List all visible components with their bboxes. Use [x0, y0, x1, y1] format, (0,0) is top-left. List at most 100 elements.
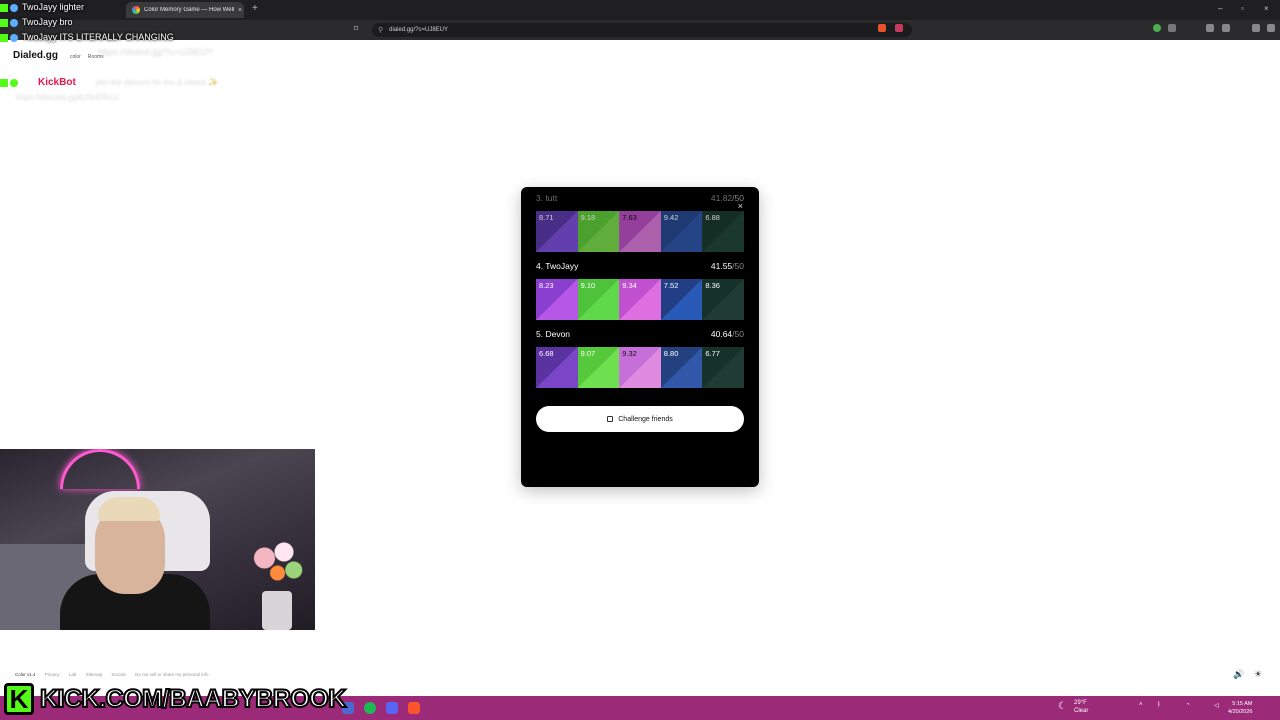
- player-name: 5. Devon: [536, 329, 571, 339]
- footer-link[interactable]: Lab: [69, 672, 77, 677]
- user-badge-icon: [10, 18, 18, 27]
- tab-title: Color Memory Game — How Well Can You See…: [144, 7, 236, 13]
- new-tab-button[interactable]: +: [252, 3, 258, 14]
- kick-badge-icon: [0, 33, 8, 42]
- swatch-score: 8.23: [539, 281, 554, 290]
- site-footer: Color v1.4 Privacy Lab Sitemap Socials D…: [15, 672, 216, 677]
- clock-date: 4/20/2026: [1228, 709, 1253, 715]
- chat-line: TwoJayy bro: [0, 17, 73, 27]
- footer-link[interactable]: Sitemap: [86, 672, 103, 677]
- taskbar-clock[interactable]: 5:15 AM 4/20/2026: [1228, 700, 1252, 716]
- browser-tabbar: Color Memory Game — How Well Can You See…: [0, 0, 1280, 20]
- challenge-friends-button[interactable]: Challenge friends: [536, 406, 744, 432]
- kick-badge-icon: [0, 78, 8, 87]
- brave-shield-icon[interactable]: [878, 24, 886, 32]
- swatch-score: 7.63: [622, 213, 637, 222]
- color-swatch: 7.52: [660, 279, 703, 320]
- kickbot-name: KickBot: [38, 77, 76, 88]
- neon-light: [60, 449, 140, 489]
- discord-app-icon[interactable]: [386, 702, 398, 714]
- color-swatch: 8.71: [536, 211, 578, 252]
- browser-tab[interactable]: Color Memory Game — How Well Can You See…: [126, 2, 244, 18]
- window-close-button[interactable]: ×: [1264, 4, 1269, 13]
- theme-icon[interactable]: ☀: [1254, 669, 1262, 680]
- site-logo[interactable]: Dialed.gg: [13, 50, 58, 61]
- results-modal: × 3. tutt 41.82/50 8.71 9.18 7.63 9.42 6.88 …: [521, 187, 759, 487]
- color-swatch: 8.23: [536, 279, 578, 320]
- swatch-score: 9.18: [580, 213, 596, 222]
- kick-logo-icon: K: [4, 683, 34, 715]
- color-swatch: 7.63: [619, 211, 661, 252]
- sound-icon[interactable]: 🔊: [1233, 669, 1244, 680]
- extension-icon[interactable]: [1153, 24, 1161, 32]
- footer-version: Color v1.4: [15, 672, 36, 677]
- site-info-icon[interactable]: ⚲: [378, 26, 383, 34]
- color-swatch: 6.88: [702, 211, 744, 252]
- footer-link[interactable]: Socials: [111, 672, 126, 677]
- chat-line: TwoJayy ITS LITERALLY CHANGING: [0, 32, 174, 42]
- weather-desc: Clear: [1074, 708, 1089, 714]
- swatch-score: 9.10: [580, 281, 596, 290]
- extensions-menu-icon[interactable]: [1168, 24, 1176, 32]
- chat-text: ITS LITERALLY CHANGING: [59, 32, 174, 42]
- vpn-icon[interactable]: [1252, 24, 1260, 32]
- swatch-score: 8.80: [663, 349, 679, 358]
- user-badge-icon: [10, 33, 18, 42]
- kickbot-text: join the discord for fun & chaos ✨: [96, 78, 219, 87]
- tray-overflow-icon[interactable]: ˄: [1139, 702, 1143, 708]
- spotify-app-icon[interactable]: [364, 702, 376, 714]
- network-icon[interactable]: ◔: [1186, 702, 1190, 708]
- swatch-score: 9.32: [622, 349, 637, 358]
- swatch-score: 7.52: [663, 281, 679, 290]
- chat-user: TwoJayy: [22, 17, 58, 27]
- color-swatch: 9.42: [660, 211, 703, 252]
- bookmark-icon[interactable]: ⌑: [354, 24, 358, 33]
- swatch-score: 9.42: [663, 213, 679, 222]
- footer-link[interactable]: Do not sell or share my personal info: [135, 672, 208, 677]
- brave-app-icon[interactable]: [408, 702, 420, 714]
- kick-badge-icon: [0, 18, 8, 27]
- swatch-score: 8.71: [539, 213, 554, 222]
- weather-temp: 29°F: [1074, 700, 1087, 706]
- menu-icon[interactable]: [1267, 24, 1275, 32]
- nav-color[interactable]: color: [70, 54, 81, 60]
- minimize-button[interactable]: –: [1218, 4, 1222, 13]
- color-swatch: 9.07: [577, 347, 620, 388]
- color-swatch: 8.80: [660, 347, 703, 388]
- color-swatch: 9.34: [619, 279, 661, 320]
- maximize-button[interactable]: ▫: [1241, 4, 1244, 13]
- player-name: 3. tutt: [536, 193, 558, 203]
- swatch-row: 6.68 9.07 9.32 8.80 6.77: [536, 347, 744, 388]
- leaderboard-entry: 3. tutt 41.82/50 8.71 9.18 7.63 9.42 6.88: [536, 193, 744, 252]
- chat-faint-link: https://dialed.gg/?c=UJ8EUY: [98, 47, 214, 57]
- leaderboard-entry: 4. TwoJayy 41.55/50 8.23 9.10 9.34 7.52 8.36: [536, 261, 744, 320]
- wallet-icon[interactable]: [1222, 24, 1230, 32]
- volume-icon[interactable]: ◁: [1214, 702, 1219, 709]
- flowers: [245, 534, 310, 594]
- kick-url: KICK.COM/BAABYBROOK: [39, 684, 347, 714]
- chat-line: TwoJayy lighter: [0, 2, 84, 12]
- bot-badge-icon: [10, 78, 18, 87]
- player-score: 41.82/50: [710, 193, 744, 203]
- sidebar-icon[interactable]: [1206, 24, 1214, 32]
- color-swatch: 9.18: [577, 211, 620, 252]
- color-swatch: 6.68: [536, 347, 578, 388]
- color-swatch: 9.10: [577, 279, 620, 320]
- footer-link[interactable]: Privacy: [45, 672, 60, 677]
- chat-user: TwoJayy: [22, 2, 58, 12]
- rewards-icon[interactable]: [895, 24, 903, 32]
- tab-close-icon[interactable]: ×: [238, 7, 242, 14]
- browser-toolbar: ⚲ dialed.gg/?c=UJ8EUY: [0, 20, 1280, 40]
- chat-line-kickbot: [0, 77, 22, 87]
- chat-text: lighter: [59, 2, 85, 12]
- address-bar[interactable]: ⚲ dialed.gg/?c=UJ8EUY: [372, 23, 912, 37]
- swatch-score: 8.36: [705, 281, 720, 290]
- swatch-score: 9.34: [622, 281, 637, 290]
- bluetooth-icon[interactable]: ᛒ: [1157, 702, 1161, 708]
- player-name: 4. TwoJayy: [536, 261, 579, 271]
- clock-time: 5:15 AM: [1232, 701, 1253, 707]
- swatch-score: 6.77: [705, 349, 720, 358]
- player-score: 40.64/50: [710, 329, 744, 339]
- chat-user: TwoJayy: [22, 32, 58, 42]
- webcam-overlay: [0, 449, 315, 630]
